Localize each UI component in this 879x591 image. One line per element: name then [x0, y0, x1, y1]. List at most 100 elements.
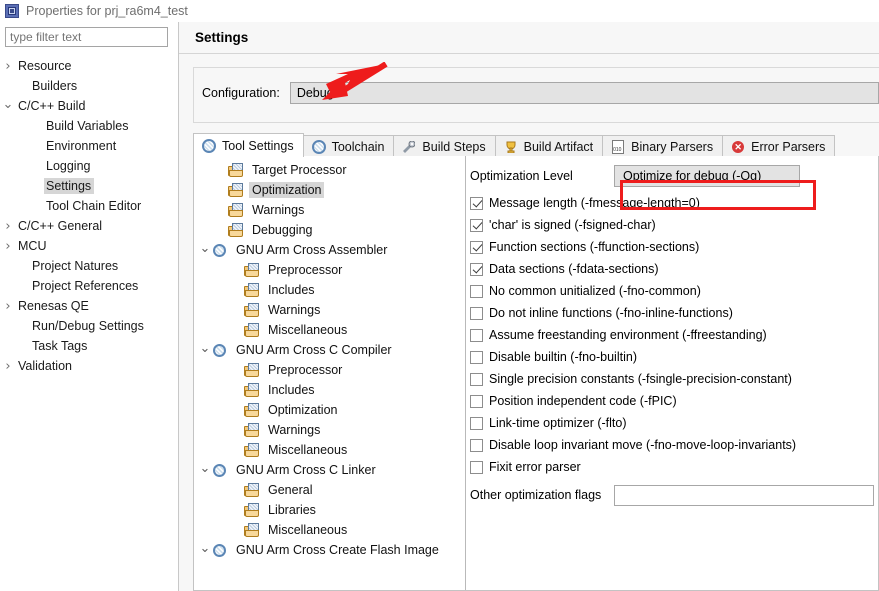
checkbox[interactable] — [470, 460, 483, 474]
tool-tree-item[interactable]: Preprocessor — [194, 260, 465, 280]
checkbox[interactable] — [470, 196, 483, 210]
tool-tree-item-label: General — [268, 483, 313, 497]
option-row[interactable]: Function sections (-ffunction-sections) — [470, 236, 878, 258]
option-label: Assume freestanding environment (-ffrees… — [489, 328, 767, 342]
sidebar-item-settings[interactable]: Settings — [0, 176, 178, 196]
chevron-right-icon[interactable]: › — [0, 220, 16, 233]
checkbox[interactable] — [470, 284, 483, 298]
sidebar-item-resource[interactable]: › Resource — [0, 56, 178, 76]
chevron-down-icon[interactable]: ⌄ — [198, 341, 212, 356]
tool-tree-item[interactable]: Debugging — [194, 220, 465, 240]
chevron-right-icon[interactable]: › — [0, 240, 16, 253]
checkbox[interactable] — [470, 306, 483, 320]
tool-tree-item[interactable]: Miscellaneous — [194, 320, 465, 340]
option-row[interactable]: Data sections (-fdata-sections) — [470, 258, 878, 280]
other-flags-input[interactable] — [614, 484, 874, 506]
chevron-down-icon[interactable]: ⌄ — [198, 461, 212, 476]
folder-page-icon — [244, 302, 261, 318]
tool-tree-item[interactable]: Optimization — [194, 180, 465, 200]
option-label: Link-time optimizer (-flto) — [489, 416, 627, 430]
tool-tree-item[interactable]: ⌄ GNU Arm Cross C Linker — [194, 460, 465, 480]
optimization-level-combo[interactable]: Optimize for debug (-Og) — [614, 165, 800, 187]
sidebar-item-c-c-general[interactable]: › C/C++ General — [0, 216, 178, 236]
sidebar-item-environment[interactable]: Environment — [0, 136, 178, 156]
filter-input[interactable] — [5, 27, 168, 47]
sidebar-item-logging[interactable]: Logging — [0, 156, 178, 176]
tool-tree-item[interactable]: Warnings — [194, 300, 465, 320]
sidebar-item-mcu[interactable]: › MCU — [0, 236, 178, 256]
sidebar-item-build-variables[interactable]: Build Variables — [0, 116, 178, 136]
sidebar-item-task-tags[interactable]: Task Tags — [0, 336, 178, 356]
checkbox[interactable] — [470, 372, 483, 386]
tool-tree-item[interactable]: Warnings — [194, 420, 465, 440]
folder-page-icon — [244, 482, 261, 498]
tool-icon — [212, 343, 229, 358]
option-row[interactable]: Disable builtin (-fno-builtin) — [470, 346, 878, 368]
chevron-down-icon[interactable]: ⌄ — [198, 541, 212, 556]
checkbox[interactable] — [470, 240, 483, 254]
option-row[interactable]: Single precision constants (-fsingle-pre… — [470, 368, 878, 390]
chevron-down-icon[interactable]: ⌄ — [0, 98, 16, 111]
tool-tree-item[interactable]: Libraries — [194, 500, 465, 520]
tool-tree-item[interactable]: ⌄ GNU Arm Cross Assembler — [194, 240, 465, 260]
tool-tree-item-label: Includes — [268, 283, 315, 297]
checkbox[interactable] — [470, 328, 483, 342]
sidebar-item-project-natures[interactable]: Project Natures — [0, 256, 178, 276]
tool-tree-item[interactable]: Warnings — [194, 200, 465, 220]
tab-error-parsers[interactable]: ✕ Error Parsers — [722, 135, 836, 157]
tab-toolchain[interactable]: Toolchain — [302, 135, 395, 157]
option-row[interactable]: Disable loop invariant move (-fno-move-l… — [470, 434, 878, 456]
tool-tree: Target Processor Optimization Warnings D… — [194, 156, 466, 590]
option-row[interactable]: Position independent code (-fPIC) — [470, 390, 878, 412]
checkbox[interactable] — [470, 218, 483, 232]
checkbox[interactable] — [470, 350, 483, 364]
tool-tree-item[interactable]: Includes — [194, 380, 465, 400]
checkbox[interactable] — [470, 438, 483, 452]
option-row[interactable]: No common unitialized (-fno-common) — [470, 280, 878, 302]
option-row[interactable]: Message length (-fmessage-length=0) — [470, 192, 878, 214]
checkbox[interactable] — [470, 262, 483, 276]
tab-label: Binary Parsers — [631, 139, 714, 154]
folder-page-icon — [228, 202, 245, 218]
sidebar-item-builders[interactable]: Builders — [0, 76, 178, 96]
tool-tree-item[interactable]: Preprocessor — [194, 360, 465, 380]
sidebar-item-c-c-build[interactable]: ⌄ C/C++ Build — [0, 96, 178, 116]
chevron-right-icon[interactable]: › — [0, 360, 16, 373]
tab-build-artifact[interactable]: Build Artifact — [494, 135, 604, 157]
tool-tree-item[interactable]: General — [194, 480, 465, 500]
sidebar-item-run-debug-settings[interactable]: Run/Debug Settings — [0, 316, 178, 336]
option-row[interactable]: 'char' is signed (-fsigned-char) — [470, 214, 878, 236]
tool-tree-item[interactable]: ⌄ GNU Arm Cross Create Flash Image — [194, 540, 465, 560]
option-row[interactable]: Link-time optimizer (-flto) — [470, 412, 878, 434]
tool-tree-item[interactable]: Includes — [194, 280, 465, 300]
tool-tree-item[interactable]: Miscellaneous — [194, 520, 465, 540]
tool-tree-item[interactable]: Optimization — [194, 400, 465, 420]
checkbox[interactable] — [470, 416, 483, 430]
option-row[interactable]: Assume freestanding environment (-ffrees… — [470, 324, 878, 346]
tool-tree-item[interactable]: ⌄ GNU Arm Cross C Compiler — [194, 340, 465, 360]
tool-tree-item[interactable]: Miscellaneous — [194, 440, 465, 460]
tab-tool-settings[interactable]: Tool Settings — [193, 133, 304, 157]
chevron-right-icon[interactable]: › — [0, 60, 16, 73]
checkbox[interactable] — [470, 394, 483, 408]
sidebar-item-label: Renesas QE — [18, 299, 89, 313]
tab-build-steps[interactable]: Build Steps — [393, 135, 496, 157]
sidebar-item-validation[interactable]: › Validation — [0, 356, 178, 376]
tab-label: Tool Settings — [222, 138, 294, 153]
tool-tree-item[interactable]: Target Processor — [194, 160, 465, 180]
sidebar-item-project-references[interactable]: Project References — [0, 276, 178, 296]
chevron-down-icon[interactable]: ⌄ — [198, 241, 212, 256]
tab-binary-parsers[interactable]: Binary Parsers — [602, 135, 724, 157]
sidebar-item-renesas-qe[interactable]: › Renesas QE — [0, 296, 178, 316]
chevron-right-icon[interactable]: › — [0, 300, 16, 313]
option-row[interactable]: Fixit error parser — [470, 456, 878, 478]
sidebar-item-tool-chain-editor[interactable]: Tool Chain Editor — [0, 196, 178, 216]
option-row[interactable]: Do not inline functions (-fno-inline-fun… — [470, 302, 878, 324]
configuration-combo[interactable]: Debug — [289, 82, 879, 104]
